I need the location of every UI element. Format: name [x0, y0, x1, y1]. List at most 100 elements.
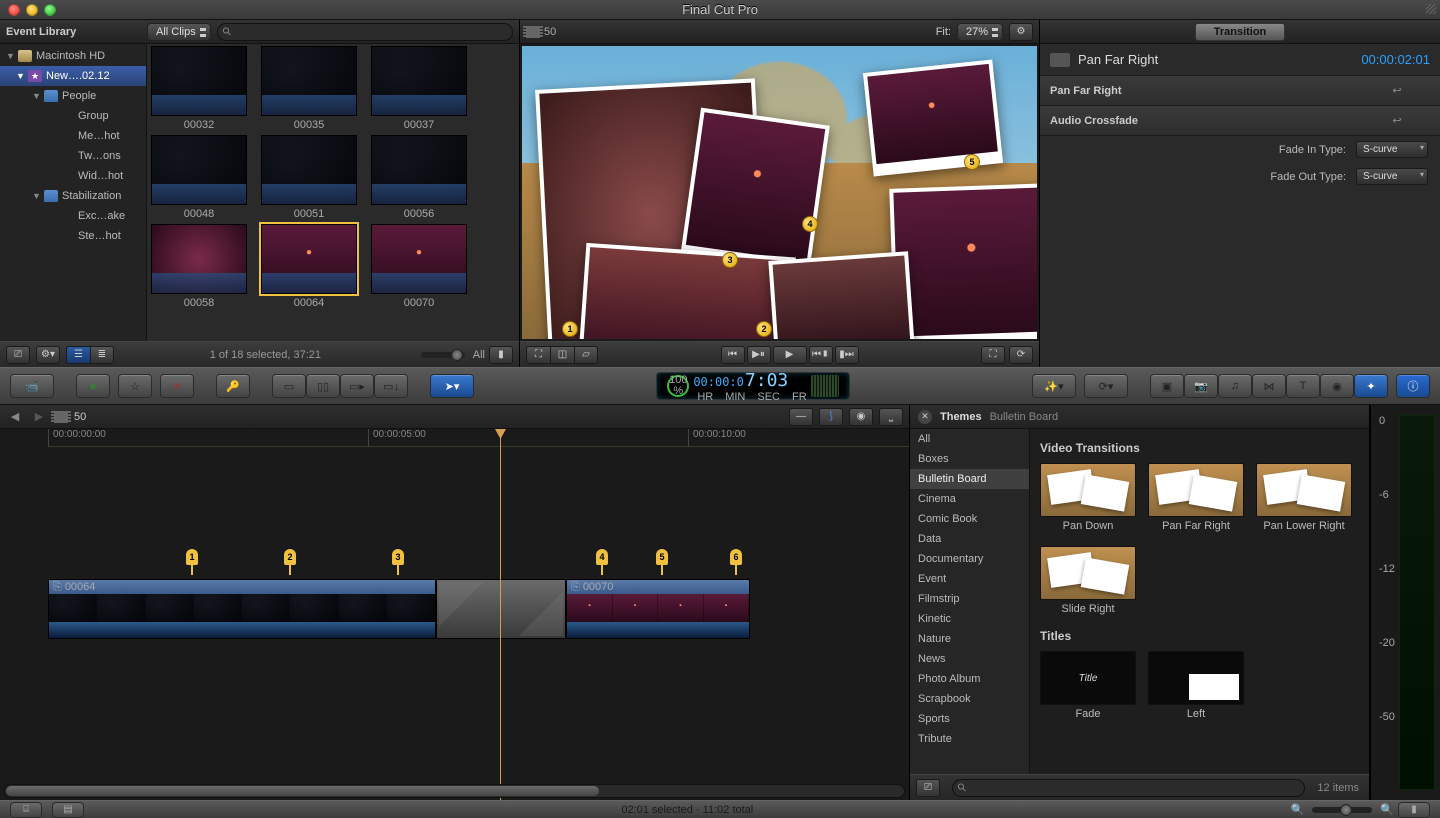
clip-00056[interactable]: 00056	[371, 135, 467, 220]
fade-out-popup[interactable]: S-curve	[1356, 168, 1428, 185]
timeline-appearance-button[interactable]: ▤	[52, 802, 84, 818]
theme-item-slide-right[interactable]: Slide Right	[1040, 546, 1136, 615]
theme-category-comic-book[interactable]: Comic Book	[910, 509, 1029, 529]
loop-button[interactable]: ⟳	[1009, 346, 1033, 364]
clip-appearance-footer-button[interactable]: ▮	[1398, 802, 1430, 818]
keyword-button[interactable]: 🔑	[216, 374, 250, 398]
timeline-marker-6[interactable]: 6	[730, 549, 742, 571]
tree-row-me-hot[interactable]: Me…hot	[0, 126, 146, 146]
theme-category-kinetic[interactable]: Kinetic	[910, 609, 1029, 629]
timeline-clip-00070[interactable]: ⎘00070	[566, 579, 750, 639]
tree-row-macintosh-hd[interactable]: ▼ Macintosh HD	[0, 46, 146, 66]
reject-button[interactable]: ✕	[160, 374, 194, 398]
section-disclosure-button[interactable]	[1408, 82, 1430, 100]
theme-category-boxes[interactable]: Boxes	[910, 449, 1029, 469]
audio-skimming-button[interactable]: ⟆	[819, 408, 843, 426]
photos-browser-button[interactable]: 📷	[1184, 374, 1218, 398]
theme-category-sports[interactable]: Sports	[910, 709, 1029, 729]
themes-browser-button[interactable]: ✦	[1354, 374, 1388, 398]
timeline-marker-1[interactable]: 1	[186, 549, 198, 571]
theme-category-news[interactable]: News	[910, 649, 1029, 669]
event-tree[interactable]: ▼ Macintosh HD▼ ★ New….02.12▼ People Gro…	[0, 44, 147, 341]
clip-00064[interactable]: 00064	[261, 224, 357, 309]
timeline-marker-2[interactable]: 2	[284, 549, 296, 571]
tree-row-stabilization[interactable]: ▼ Stabilization	[0, 186, 146, 206]
crop-button[interactable]: ◫	[550, 346, 574, 364]
history-back-button[interactable]: ◀	[6, 409, 24, 425]
timeline-scrollbar[interactable]	[4, 784, 905, 798]
tree-row-new-02-12[interactable]: ▼ ★ New….02.12	[0, 66, 146, 86]
zoom-in-icon[interactable]: 🔍	[1380, 803, 1394, 816]
event-search-input[interactable]	[217, 23, 513, 41]
disclosure-icon[interactable]: ▼	[32, 191, 40, 201]
theme-category-event[interactable]: Event	[910, 569, 1029, 589]
timeline-marker-5[interactable]: 5	[656, 549, 668, 571]
clip-zoom-slider[interactable]	[421, 352, 465, 358]
select-tool-button[interactable]: ➤▾	[430, 374, 474, 398]
generators-browser-button[interactable]: ◉	[1320, 374, 1354, 398]
timeline-body[interactable]: 00:00:00:0000:00:05:0000:00:10:00 123456…	[0, 429, 909, 800]
themes-close-button[interactable]: ✕	[918, 410, 932, 424]
enhance-button[interactable]: ✨▾	[1032, 374, 1076, 398]
inspector-duration[interactable]: 00:00:02:01	[1361, 52, 1430, 67]
clip-00051[interactable]: 00051	[261, 135, 357, 220]
clip-00048[interactable]: 00048	[151, 135, 247, 220]
theme-category-nature[interactable]: Nature	[910, 629, 1029, 649]
disclosure-icon[interactable]: ▼	[32, 91, 40, 101]
library-gear-button[interactable]: ⚙▾	[36, 346, 60, 364]
theme-category-tribute[interactable]: Tribute	[910, 729, 1029, 749]
music-browser-button[interactable]: ♫	[1218, 374, 1252, 398]
theme-category-cinema[interactable]: Cinema	[910, 489, 1029, 509]
titles-browser-button[interactable]: T	[1286, 374, 1320, 398]
skimming-button[interactable]: —	[789, 408, 813, 426]
disclosure-icon[interactable]: ▼	[6, 51, 14, 61]
audio-disclosure-button[interactable]	[1408, 112, 1430, 130]
append-clip-button[interactable]: ▭▸	[340, 374, 374, 398]
theme-item-fade[interactable]: Title Fade	[1040, 651, 1136, 720]
theme-item-left[interactable]: Left	[1148, 651, 1244, 720]
snapping-button[interactable]: ⎵	[879, 408, 903, 426]
history-fwd-button[interactable]: ▶	[30, 409, 48, 425]
next-frame-button[interactable]: ▮⏭	[835, 346, 859, 364]
tree-row-ste-hot[interactable]: Ste…hot	[0, 226, 146, 246]
timeline-clip-00064[interactable]: ⎘00064	[48, 579, 436, 639]
theme-item-pan-far-right[interactable]: Pan Far Right	[1148, 463, 1244, 532]
unrate-button[interactable]: ☆	[118, 374, 152, 398]
import-button[interactable]: 📹	[10, 374, 54, 398]
distort-button[interactable]: ▱	[574, 346, 598, 364]
theme-item-pan-down[interactable]: Pan Down	[1040, 463, 1136, 532]
disclosure-icon[interactable]: ▼	[16, 71, 24, 81]
play-button[interactable]: ▶	[773, 346, 807, 364]
tree-row-tw-ons[interactable]: Tw…ons	[0, 146, 146, 166]
play-reverse-button[interactable]: ▶⏸	[747, 346, 771, 364]
connect-clip-button[interactable]: ▭	[272, 374, 306, 398]
viewer-settings-button[interactable]: ⚙	[1009, 23, 1033, 41]
timecode-display[interactable]: 100% 00:00:0 7:03 HRMINSECFR	[656, 372, 849, 400]
solo-button[interactable]: ◉	[849, 408, 873, 426]
viewer-zoom-popup[interactable]: 27%	[957, 23, 1003, 41]
timeline-marker-3[interactable]: 3	[392, 549, 404, 571]
clip-00058[interactable]: 00058	[151, 224, 247, 309]
themes-collapse-button[interactable]: ⎚	[916, 779, 940, 797]
theme-category-bulletin-board[interactable]: Bulletin Board	[910, 469, 1029, 489]
timeline-transition[interactable]	[436, 579, 566, 639]
effects-browser-button[interactable]: ▣	[1150, 374, 1184, 398]
inspector-toggle-button[interactable]: ⓘ	[1396, 374, 1430, 398]
favorite-button[interactable]: ★	[76, 374, 110, 398]
tree-row-people[interactable]: ▼ People	[0, 86, 146, 106]
hide-library-button[interactable]: ⎚	[6, 346, 30, 364]
theme-category-filmstrip[interactable]: Filmstrip	[910, 589, 1029, 609]
theme-category-all[interactable]: All	[910, 429, 1029, 449]
theme-category-data[interactable]: Data	[910, 529, 1029, 549]
clip-00035[interactable]: 00035	[261, 46, 357, 131]
timeline-zoom-slider[interactable]	[1312, 807, 1372, 813]
theme-category-documentary[interactable]: Documentary	[910, 549, 1029, 569]
clip-appearance-button[interactable]: ▮	[489, 346, 513, 364]
timeline-ruler[interactable]: 00:00:00:0000:00:05:0000:00:10:00	[48, 429, 909, 447]
themes-search-input[interactable]	[952, 779, 1305, 797]
tree-row-wid-hot[interactable]: Wid…hot	[0, 166, 146, 186]
fullscreen-button[interactable]: ⛶	[981, 346, 1005, 364]
theme-category-photo-album[interactable]: Photo Album	[910, 669, 1029, 689]
theme-category-scrapbook[interactable]: Scrapbook	[910, 689, 1029, 709]
tree-row-exc-ake[interactable]: Exc…ake	[0, 206, 146, 226]
